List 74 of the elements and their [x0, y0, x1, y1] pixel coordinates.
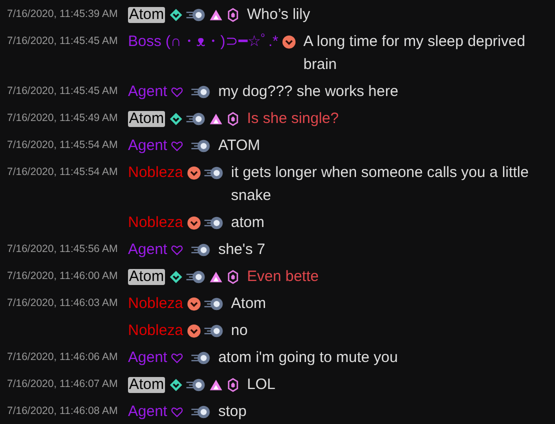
chat-message: stop	[218, 402, 248, 422]
comet-badge-icon	[191, 84, 212, 98]
timestamp: 7/16/2020, 11:45:45 AM	[7, 84, 119, 99]
username[interactable]: Agent	[128, 238, 168, 261]
chat-message: Is she single?	[247, 109, 340, 129]
comet-badge-icon	[204, 166, 224, 180]
chat-message: Who’s lily	[247, 5, 312, 25]
username[interactable]: Atom	[128, 110, 166, 126]
gem-badge-icon	[226, 270, 240, 284]
heart-badge-icon	[171, 352, 184, 364]
comet-badge-icon	[191, 404, 212, 418]
timestamp: 7/16/2020, 11:45:45 AM	[7, 34, 119, 49]
username[interactable]: Agent	[128, 80, 168, 103]
chevron-badge-icon	[187, 296, 202, 310]
username[interactable]: Atom	[128, 376, 166, 392]
username[interactable]: Nobleza	[128, 292, 184, 315]
triangle-badge-icon	[209, 378, 224, 392]
chat-message: she's 7	[218, 240, 266, 260]
username[interactable]: Atom	[128, 6, 166, 22]
chat-message: no	[231, 321, 249, 341]
timestamp: 7/16/2020, 11:46:07 AM	[7, 377, 119, 392]
triangle-badge-icon	[209, 8, 224, 22]
gem-badge-icon	[226, 112, 240, 126]
timestamp: 7/16/2020, 11:45:49 AM	[7, 111, 119, 126]
diamond-badge-icon	[169, 378, 184, 392]
username[interactable]: Boss (∩・ᴥ・)⊃━☆ﾟ.*	[128, 30, 278, 53]
comet-badge-icon	[191, 138, 212, 152]
username[interactable]: Agent	[128, 134, 168, 157]
heart-badge-icon	[171, 244, 184, 256]
timestamp: 7/16/2020, 11:45:54 AM	[7, 165, 119, 180]
timestamp: 7/16/2020, 11:46:03 AM	[7, 296, 119, 311]
chevron-badge-icon	[187, 324, 202, 338]
comet-badge-icon	[191, 350, 212, 364]
chevron-badge-icon	[187, 216, 202, 230]
comet-badge-icon	[204, 296, 224, 310]
timestamp: 7/16/2020, 11:46:06 AM	[7, 350, 119, 365]
diamond-badge-icon	[169, 8, 184, 22]
chat-message: atom i'm going to mute you	[218, 348, 399, 368]
chat-message: Atom	[231, 294, 268, 314]
username[interactable]: Nobleza	[128, 319, 184, 342]
triangle-badge-icon	[209, 112, 224, 126]
timestamp: 7/16/2020, 11:45:56 AM	[7, 242, 119, 257]
heart-badge-icon	[171, 86, 184, 98]
comet-badge-icon	[186, 378, 206, 392]
comet-badge-icon	[204, 324, 224, 338]
heart-badge-icon	[171, 140, 184, 152]
timestamp: 7/16/2020, 11:45:39 AM	[7, 7, 119, 22]
chat-message: ATOM	[218, 136, 262, 156]
username[interactable]: Atom	[128, 268, 166, 284]
comet-badge-icon	[191, 242, 212, 256]
timestamp: 7/16/2020, 11:46:00 AM	[7, 269, 119, 284]
username[interactable]: Nobleza	[128, 161, 184, 184]
username[interactable]: Nobleza	[128, 211, 184, 234]
chat-message: my dog??? she works here	[218, 82, 400, 102]
gem-badge-icon	[226, 378, 240, 392]
comet-badge-icon	[186, 8, 206, 22]
chat-message: LOL	[247, 375, 276, 395]
chevron-badge-icon	[187, 166, 202, 180]
comet-badge-icon	[186, 112, 206, 126]
diamond-badge-icon	[169, 112, 184, 126]
triangle-badge-icon	[209, 270, 224, 284]
gem-badge-icon	[226, 8, 240, 22]
heart-badge-icon	[171, 406, 184, 418]
comet-badge-icon	[204, 216, 224, 230]
username[interactable]: Agent	[128, 400, 168, 423]
comet-badge-icon	[186, 270, 206, 284]
timestamp: 7/16/2020, 11:45:54 AM	[7, 138, 119, 153]
chevron-badge-icon	[282, 34, 296, 48]
chat-message: atom	[231, 213, 266, 233]
diamond-badge-icon	[169, 270, 184, 284]
chat-message: A long time for my sleep deprived brain	[303, 32, 526, 75]
chat-message: Even bette	[247, 267, 320, 287]
username[interactable]: Agent	[128, 346, 168, 369]
timestamp: 7/16/2020, 11:46:08 AM	[7, 404, 119, 419]
